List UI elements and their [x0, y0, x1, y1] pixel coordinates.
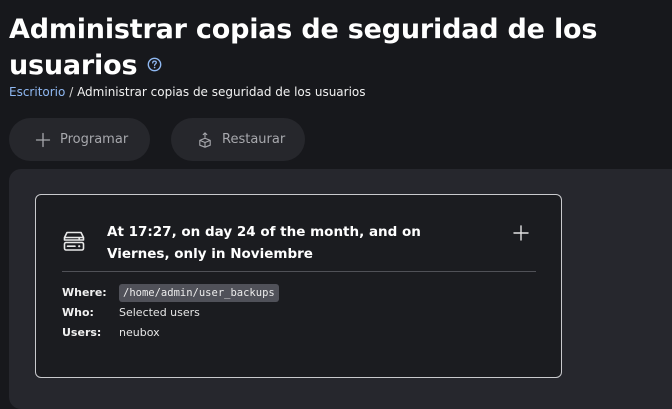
who-label: Who: [62, 306, 94, 319]
detail-row-users: Users: neubox [62, 325, 160, 341]
who-value: Selected users [119, 306, 200, 319]
program-button-label: Programar [60, 132, 129, 147]
breadcrumb: Escritorio / Administrar copias de segur… [9, 84, 366, 100]
detail-row-where: Where: /home/admin/user_backups [62, 284, 279, 302]
restore-button-label: Restaurar [222, 132, 286, 147]
program-button[interactable]: Programar [9, 118, 150, 161]
breadcrumb-link-desktop[interactable]: Escritorio [9, 85, 65, 99]
users-value: neubox [119, 326, 160, 339]
users-label: Users: [62, 326, 102, 339]
card-divider [62, 271, 536, 272]
detail-row-who: Who: Selected users [62, 305, 200, 321]
page-title: Administrar copias de seguridad de los u… [9, 12, 649, 84]
breadcrumb-current: Administrar copias de seguridad de los u… [77, 85, 366, 99]
backup-schedule-title: At 17:27, on day 24 of the month, and on… [107, 224, 421, 262]
storage-drives-icon [63, 231, 85, 251]
help-circle-icon[interactable] [147, 57, 162, 72]
backup-path-chip: /home/admin/user_backups [119, 284, 279, 302]
box-restore-icon [199, 131, 211, 148]
breadcrumb-separator: / [69, 85, 74, 99]
backup-task-card: At 17:27, on day 24 of the month, and on… [35, 194, 562, 378]
where-label: Where: [62, 286, 107, 299]
plus-icon[interactable] [513, 225, 529, 241]
restore-button[interactable]: Restaurar [171, 118, 305, 161]
plus-icon [35, 132, 51, 147]
page-title-text: Administrar copias de seguridad de los u… [9, 14, 598, 81]
